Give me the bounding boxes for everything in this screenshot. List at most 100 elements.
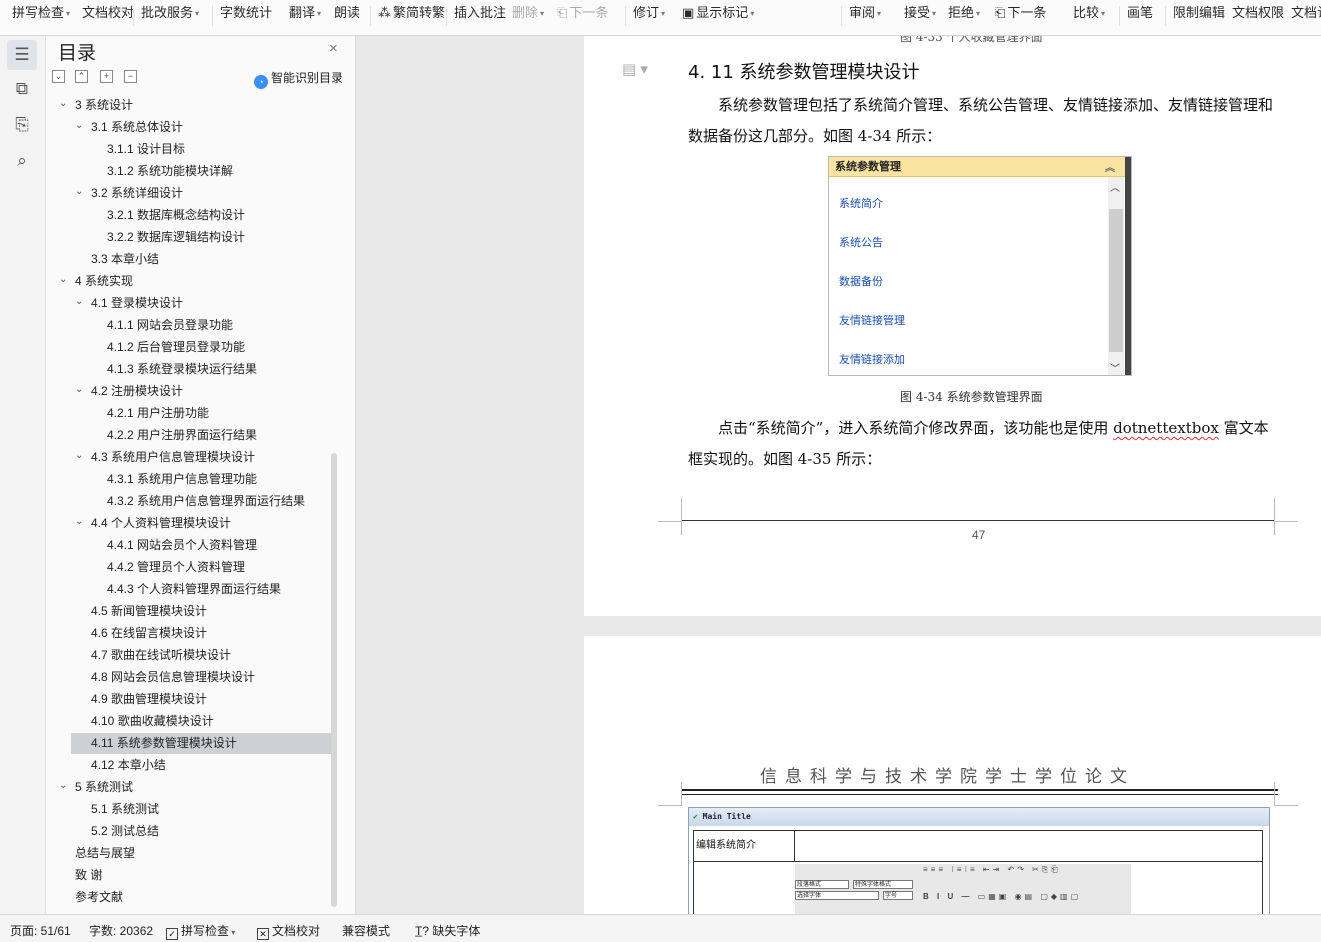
checkbox-icon: ✓ [166, 928, 178, 940]
toolbar-button-14[interactable]: 拒绝 ▾ [948, 4, 980, 22]
toolbar-button-2[interactable]: 批改服务 ▾ [141, 4, 199, 22]
toolbar-button-15[interactable]: ⎗ 下一条 [995, 4, 1046, 22]
toolbar-button-5[interactable]: 朗读 [334, 4, 360, 22]
toc-item[interactable]: 3.2.1 数据库概念结构设计 [46, 205, 331, 226]
chevron-down-icon[interactable]: ⌄ [75, 379, 83, 400]
chevron-down-icon[interactable]: ⌄ [59, 775, 67, 796]
toolbar-button-0[interactable]: 拼写检查 ▾ [12, 4, 70, 22]
previous-figure-caption: 图 4-33 个人收藏管理界面 [900, 36, 1043, 44]
toc-item[interactable]: 4.1.2 后台管理员登录功能 [46, 337, 331, 358]
toc-item[interactable]: 4.4.2 管理员个人资料管理 [46, 557, 331, 578]
toc-item[interactable]: ⌄ 5 系统测试 [46, 777, 331, 798]
toolbar-label: 删除 [512, 5, 539, 20]
toc-item[interactable]: 4.3.1 系统用户信息管理功能 [46, 469, 331, 490]
toolbar-button-7[interactable]: 插入批注 [454, 4, 506, 22]
figure-scrollbar: ︿ ﹀ [1108, 177, 1124, 375]
toc-item[interactable]: 4.4.3 个人资料管理界面运行结果 [46, 579, 331, 600]
search-icon[interactable]: ⌕ [7, 146, 37, 176]
toolbar-button-18[interactable]: 限制编辑 [1173, 4, 1225, 22]
toc-item[interactable]: ⌄ 3.1 系统总体设计 [46, 117, 331, 138]
toolbar-label: 显示标记 [696, 5, 749, 20]
toolbar-button-20[interactable]: 文档认 [1291, 4, 1321, 22]
toolbar-button-8[interactable]: 删除 ▾ [512, 4, 544, 22]
toc-item[interactable]: 致 谢 [46, 865, 331, 886]
document-page[interactable]: 图 4-33 个人收藏管理界面 ▤ ▾ 4. 11 系统参数管理模块设计 系统参… [584, 36, 1321, 616]
misspelled-word[interactable]: dotnettextbox [1113, 419, 1219, 437]
expand-up-icon[interactable]: ⌃ [75, 70, 88, 83]
toc-item-label: 4.11 系统参数管理模块设计 [91, 736, 237, 750]
toc-item[interactable]: 4.11 系统参数管理模块设计 [71, 733, 331, 754]
toc-item[interactable]: 4.3.2 系统用户信息管理界面运行结果 [46, 491, 331, 512]
navigation-tree-icon[interactable]: ⧉ [7, 74, 37, 104]
toolbar-button-11[interactable]: ▣ 显示标记 ▾ [682, 4, 754, 22]
toc-item[interactable]: 3.2.2 数据库逻辑结构设计 [46, 227, 331, 248]
document-page[interactable]: 信息科学与技术学院学士学位论文 ✔ Main Title 编辑系统简介 段落格式… [584, 636, 1321, 914]
toolbar-button-1[interactable]: 文档校对 [82, 4, 134, 22]
spell-check-status[interactable]: ✓ 拼写检查 ▾ [166, 922, 235, 940]
toc-item[interactable]: ⌄ 4.4 个人资料管理模块设计 [46, 513, 331, 534]
toolbar-button-10[interactable]: 修订 ▾ [633, 4, 665, 22]
toc-item[interactable]: 4.2.1 用户注册功能 [46, 403, 331, 424]
page-indicator[interactable]: 页面: 51/61 [10, 922, 71, 939]
toc-item-label: 3.1.2 系统功能模块详解 [107, 164, 234, 178]
chevron-down-icon[interactable]: ⌄ [75, 115, 83, 136]
page-menu-icon[interactable]: ▤ ▾ [622, 60, 648, 78]
toolbar-button-13[interactable]: 接受 ▾ [904, 4, 936, 22]
remove-heading-icon[interactable]: − [124, 70, 137, 83]
collapse-all-icon[interactable]: ⌄ [52, 70, 65, 83]
toc-item[interactable]: ⌄ 3.2 系统详细设计 [46, 183, 331, 204]
toc-item-label: 4.4.2 管理员个人资料管理 [107, 560, 246, 574]
chevron-down-icon[interactable]: ⌄ [59, 93, 67, 114]
toc-item[interactable]: 4.10 歌曲收藏模块设计 [46, 711, 331, 732]
toc-item[interactable]: ⌄ 4.2 注册模块设计 [46, 381, 331, 402]
word-count[interactable]: 字数: 20362 [89, 922, 153, 939]
toc-item[interactable]: 3.3 本章小结 [46, 249, 331, 270]
editor-label: 编辑系统简介 [693, 830, 795, 862]
toc-icon[interactable]: ☰ [7, 40, 37, 70]
toc-item[interactable]: 4.1.3 系统登录模块运行结果 [46, 359, 331, 380]
toolbar-button-3[interactable]: 字数统计 [220, 4, 272, 22]
toc-item[interactable]: 4.4.1 网站会员个人资料管理 [46, 535, 331, 556]
toc-item[interactable]: 3.1.2 系统功能模块详解 [46, 161, 331, 182]
toc-item[interactable]: 3.1.1 设计目标 [46, 139, 331, 160]
toc-scrollbar[interactable] [331, 453, 337, 907]
toc-item[interactable]: 4.12 本章小结 [46, 755, 331, 776]
toolbar-button-16[interactable]: 比较 ▾ [1073, 4, 1105, 22]
toolbar-button-6[interactable]: ⁂ 繁简转繁 [378, 4, 445, 22]
toolbar-button-12[interactable]: 审阅 ▾ [849, 4, 881, 22]
bookmark-icon[interactable]: ⎘ [7, 110, 37, 140]
toc-item[interactable]: ⌄ 4.1 登录模块设计 [46, 293, 331, 314]
toolbar-button-9[interactable]: ⎗ 下一条 [557, 4, 608, 22]
toolbar-button-4[interactable]: 翻译 ▾ [289, 4, 321, 22]
document-canvas[interactable]: 图 4-33 个人收藏管理界面 ▤ ▾ 4. 11 系统参数管理模块设计 系统参… [357, 36, 1321, 914]
toc-item[interactable]: ⌄ 4 系统实现 [46, 271, 331, 292]
toc-item[interactable]: 总结与展望 [46, 843, 331, 864]
editor-window-title: Main Title [702, 812, 751, 821]
toolbar-button-17[interactable]: 画笔 [1127, 4, 1153, 22]
toc-item[interactable]: 4.8 网站会员信息管理模块设计 [46, 667, 331, 688]
toc-item[interactable]: 参考文献 [46, 887, 331, 908]
chevron-down-icon[interactable]: ⌄ [75, 511, 83, 532]
toc-item[interactable]: 4.2.2 用户注册界面运行结果 [46, 425, 331, 446]
toc-item[interactable]: 4.5 新闻管理模块设计 [46, 601, 331, 622]
chevron-down-icon[interactable]: ⌄ [75, 291, 83, 312]
toc-item[interactable]: ⌄ 3 系统设计 [46, 95, 331, 116]
toc-item[interactable]: ⌄ 4.3 系统用户信息管理模块设计 [46, 447, 331, 468]
chevron-down-icon[interactable]: ⌄ [59, 269, 67, 290]
toc-item[interactable]: 4.6 在线留言模块设计 [46, 623, 331, 644]
proofread-status[interactable]: ✕ 文档校对 [257, 922, 320, 940]
toc-item[interactable]: 5.2 测试总结 [46, 821, 331, 842]
chevron-down-icon[interactable]: ⌄ [75, 445, 83, 466]
toolbar-separator [133, 6, 134, 26]
toc-item[interactable]: 4.1.1 网站会员登录功能 [46, 315, 331, 336]
add-heading-icon[interactable]: + [100, 70, 113, 83]
toc-item[interactable]: 4.9 歌曲管理模块设计 [46, 689, 331, 710]
toolbar-button-19[interactable]: 文档权限 [1232, 4, 1284, 22]
smart-toc-button[interactable]: ◔ 智能识别目录 [254, 69, 343, 89]
chevron-down-icon[interactable]: ⌄ [75, 181, 83, 202]
toc-item[interactable]: 4.7 歌曲在线试听模块设计 [46, 645, 331, 666]
toc-item[interactable]: 5.1 系统测试 [46, 799, 331, 820]
compat-mode[interactable]: 兼容模式 [342, 922, 390, 939]
close-icon[interactable]: × [329, 40, 338, 57]
missing-font-status[interactable]: T̲? 缺失字体 [415, 922, 480, 939]
